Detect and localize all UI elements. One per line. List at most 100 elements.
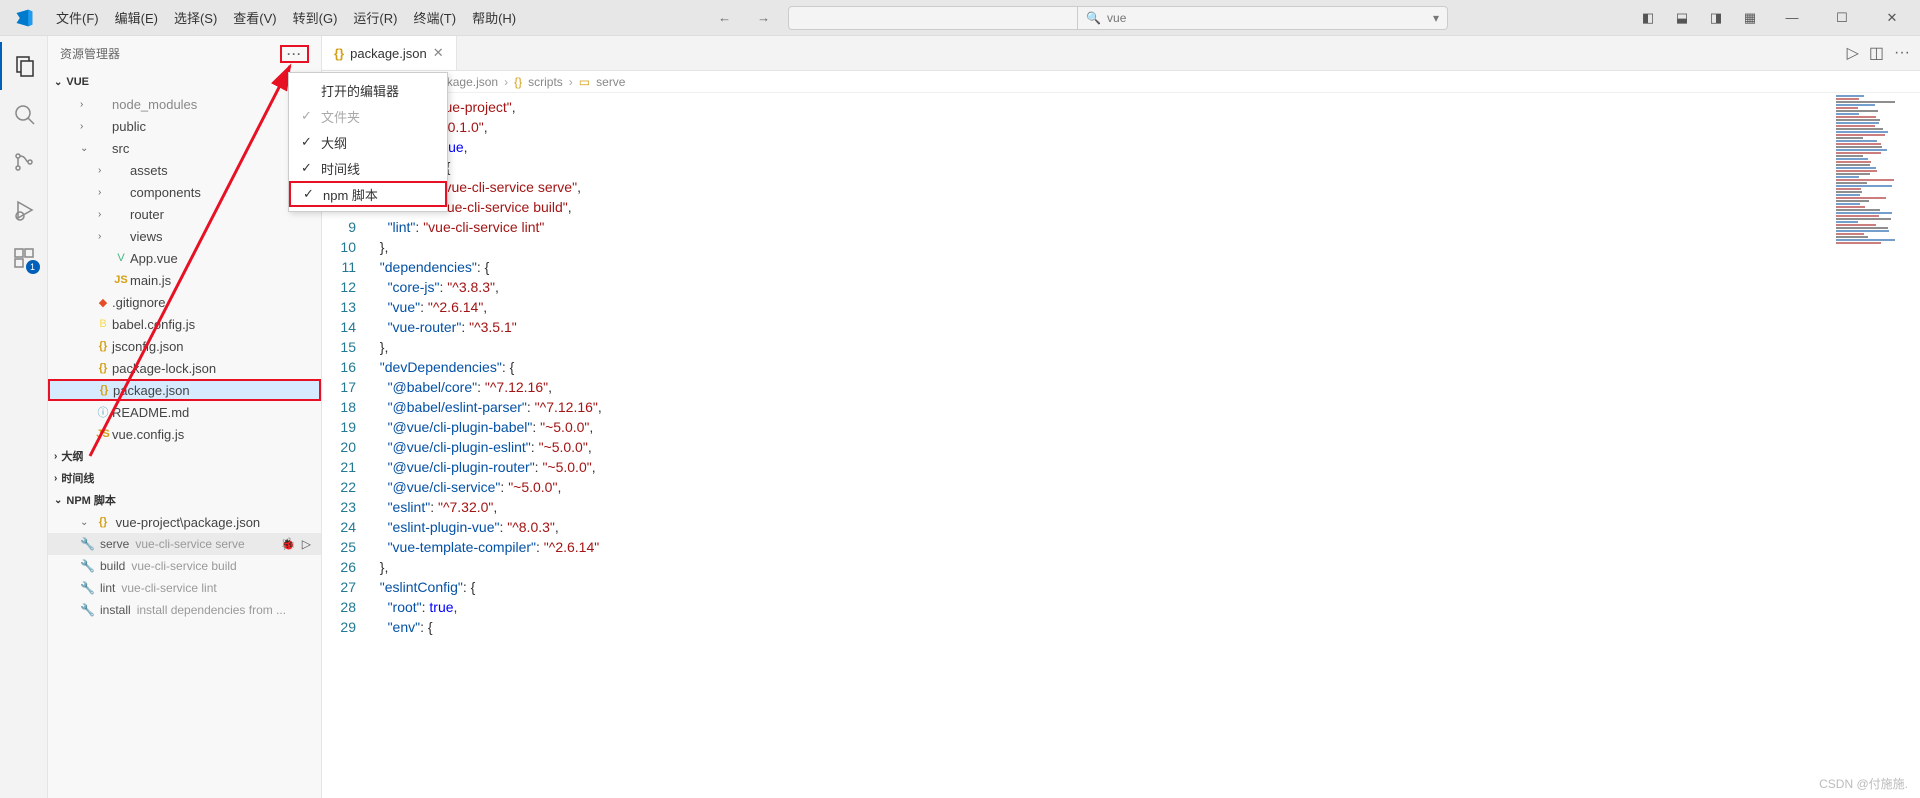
file-tree-item[interactable]: {} package-lock.json bbox=[48, 357, 321, 379]
breadcrumb-item[interactable]: scripts bbox=[528, 75, 563, 89]
file-tree-item[interactable]: ⌄ src bbox=[48, 137, 321, 159]
json-icon: {} bbox=[94, 362, 112, 374]
menu-item[interactable]: 终端(T) bbox=[405, 8, 464, 27]
tab-close-icon[interactable]: ✕ bbox=[433, 45, 444, 61]
customize-layout-icon[interactable]: ▦ bbox=[1736, 4, 1764, 32]
js-icon: JS bbox=[112, 274, 130, 286]
npm-script-lint[interactable]: 🔧lint vue-cli-service lint🐞▷ bbox=[48, 577, 321, 599]
file-tree-item[interactable]: B babel.config.js bbox=[48, 313, 321, 335]
file-tree-item[interactable]: {} jsconfig.json bbox=[48, 335, 321, 357]
ctx-item[interactable]: 打开的编辑器 bbox=[289, 77, 447, 103]
activity-source-control-icon[interactable] bbox=[0, 138, 48, 186]
close-button[interactable]: ✕ bbox=[1870, 0, 1914, 36]
maximize-button[interactable]: ☐ bbox=[1820, 0, 1864, 36]
ctx-item: ✓文件夹 bbox=[289, 103, 447, 129]
file-tree-item[interactable]: › public bbox=[48, 115, 321, 137]
check-icon: ✓ bbox=[303, 186, 315, 202]
json-icon: {} bbox=[95, 384, 113, 396]
file-tree-item[interactable]: › node_modules bbox=[48, 93, 321, 115]
file-tree-item[interactable]: › router bbox=[48, 203, 321, 225]
extensions-badge: 1 bbox=[26, 260, 40, 274]
sidebar-explorer: 资源管理器 ··· ⌄VUE › node_modules› public⌄ s… bbox=[48, 36, 322, 798]
tab-more-icon[interactable]: ··· bbox=[1894, 44, 1910, 62]
tab-package-json[interactable]: {} package.json ✕ bbox=[322, 36, 457, 70]
search-icon: 🔍 bbox=[1086, 11, 1101, 25]
menu-item[interactable]: 文件(F) bbox=[48, 8, 107, 27]
nav-forward-icon[interactable]: → bbox=[749, 8, 778, 27]
json-icon: {} bbox=[94, 340, 112, 352]
menu-item[interactable]: 帮助(H) bbox=[464, 8, 524, 27]
check-icon: ✓ bbox=[301, 108, 313, 124]
check-icon: ✓ bbox=[301, 134, 313, 150]
menu-item[interactable]: 选择(S) bbox=[166, 8, 225, 27]
layout-left-icon[interactable]: ◧ bbox=[1634, 4, 1662, 32]
activity-run-debug-icon[interactable] bbox=[0, 186, 48, 234]
tab-bar: {} package.json ✕ ▷ ◫ ··· bbox=[322, 36, 1920, 71]
views-context-menu: 打开的编辑器✓文件夹✓大纲✓时间线✓npm 脚本 bbox=[288, 72, 448, 212]
npm-script-build[interactable]: 🔧build vue-cli-service build🐞▷ bbox=[48, 555, 321, 577]
file-tree-item[interactable]: › views bbox=[48, 225, 321, 247]
file-tree-item[interactable]: › assets bbox=[48, 159, 321, 181]
file-tree-item[interactable]: ⓘ README.md bbox=[48, 401, 321, 423]
sidebar-more-button[interactable]: ··· bbox=[280, 45, 309, 63]
menubar: 文件(F)编辑(E)选择(S)查看(V)转到(G)运行(R)终端(T)帮助(H) bbox=[48, 8, 524, 27]
wrench-icon: 🔧 bbox=[80, 603, 94, 617]
breadcrumb[interactable]: vue-project›{}package.json›{}scripts›▭se… bbox=[322, 71, 1920, 93]
debug-icon[interactable]: 🐞 bbox=[281, 537, 296, 551]
babel-icon: B bbox=[94, 318, 112, 330]
activity-bar: 1 bbox=[0, 36, 48, 798]
tab-label: package.json bbox=[350, 46, 427, 61]
file-tree-item[interactable]: JS main.js bbox=[48, 269, 321, 291]
run-icon[interactable]: ▷ bbox=[302, 537, 311, 551]
titlebar: 文件(F)编辑(E)选择(S)查看(V)转到(G)运行(R)终端(T)帮助(H)… bbox=[0, 0, 1920, 36]
layout-right-icon[interactable]: ◨ bbox=[1702, 4, 1730, 32]
chevron-down-icon: ▾ bbox=[1433, 11, 1439, 25]
md-icon: ⓘ bbox=[94, 404, 112, 420]
file-tree-item[interactable]: JS vue.config.js bbox=[48, 423, 321, 445]
sidebar-title: 资源管理器 bbox=[60, 45, 120, 62]
minimize-button[interactable]: — bbox=[1770, 0, 1814, 36]
ctx-item[interactable]: ✓大纲 bbox=[289, 129, 447, 155]
menu-item[interactable]: 运行(R) bbox=[345, 8, 405, 27]
ctx-item[interactable]: ✓npm 脚本 bbox=[289, 181, 447, 207]
menu-item[interactable]: 转到(G) bbox=[285, 8, 346, 27]
vscode-logo-icon bbox=[0, 0, 48, 36]
layout-bottom-icon[interactable]: ⬓ bbox=[1668, 4, 1696, 32]
activity-search-icon[interactable] bbox=[0, 90, 48, 138]
project-header[interactable]: ⌄VUE bbox=[48, 71, 321, 93]
file-tree-item[interactable]: V App.vue bbox=[48, 247, 321, 269]
npm-script-install[interactable]: 🔧install install dependencies from ...🐞▷ bbox=[48, 599, 321, 621]
editor-zone: {} package.json ✕ ▷ ◫ ··· vue-project›{}… bbox=[322, 36, 1920, 798]
npm-root[interactable]: ⌄{} vue-project\package.json bbox=[48, 511, 321, 533]
file-tree-item[interactable]: {} package.json bbox=[48, 379, 321, 401]
npm-script-serve[interactable]: 🔧serve vue-cli-service serve🐞▷ bbox=[48, 533, 321, 555]
nav-back-icon[interactable]: ← bbox=[710, 8, 739, 27]
run-icon[interactable]: ▷ bbox=[1847, 43, 1859, 63]
vue-icon: V bbox=[112, 252, 130, 264]
wrench-icon: 🔧 bbox=[80, 537, 94, 551]
minimap[interactable] bbox=[1836, 94, 1900, 214]
file-tree-item[interactable]: › components bbox=[48, 181, 321, 203]
wrench-icon: 🔧 bbox=[80, 581, 94, 595]
watermark: CSDN @付施施. bbox=[1819, 775, 1908, 792]
outline-header[interactable]: ›大纲 bbox=[48, 445, 321, 467]
json-icon: {} bbox=[334, 46, 344, 61]
activity-extensions-icon[interactable]: 1 bbox=[0, 234, 48, 282]
search-value: vue bbox=[1107, 11, 1126, 25]
file-tree: › node_modules› public⌄ src› assets› com… bbox=[48, 93, 321, 445]
split-editor-icon[interactable]: ◫ bbox=[1869, 43, 1884, 63]
menu-item[interactable]: 查看(V) bbox=[225, 8, 284, 27]
wrench-icon: 🔧 bbox=[80, 559, 94, 573]
js-icon: JS bbox=[94, 428, 112, 440]
menu-item[interactable]: 编辑(E) bbox=[107, 8, 166, 27]
timeline-header[interactable]: ›时间线 bbox=[48, 467, 321, 489]
ctx-item[interactable]: ✓时间线 bbox=[289, 155, 447, 181]
file-tree-item[interactable]: ◆ .gitignore bbox=[48, 291, 321, 313]
command-center-left[interactable] bbox=[788, 6, 1078, 30]
check-icon: ✓ bbox=[301, 160, 313, 176]
activity-explorer-icon[interactable] bbox=[0, 42, 48, 90]
npm-scripts-header[interactable]: ⌄NPM 脚本 bbox=[48, 489, 321, 511]
breadcrumb-item[interactable]: serve bbox=[596, 75, 625, 89]
command-center-search[interactable]: 🔍 vue ▾ bbox=[1078, 6, 1448, 30]
git-icon: ◆ bbox=[94, 296, 112, 309]
